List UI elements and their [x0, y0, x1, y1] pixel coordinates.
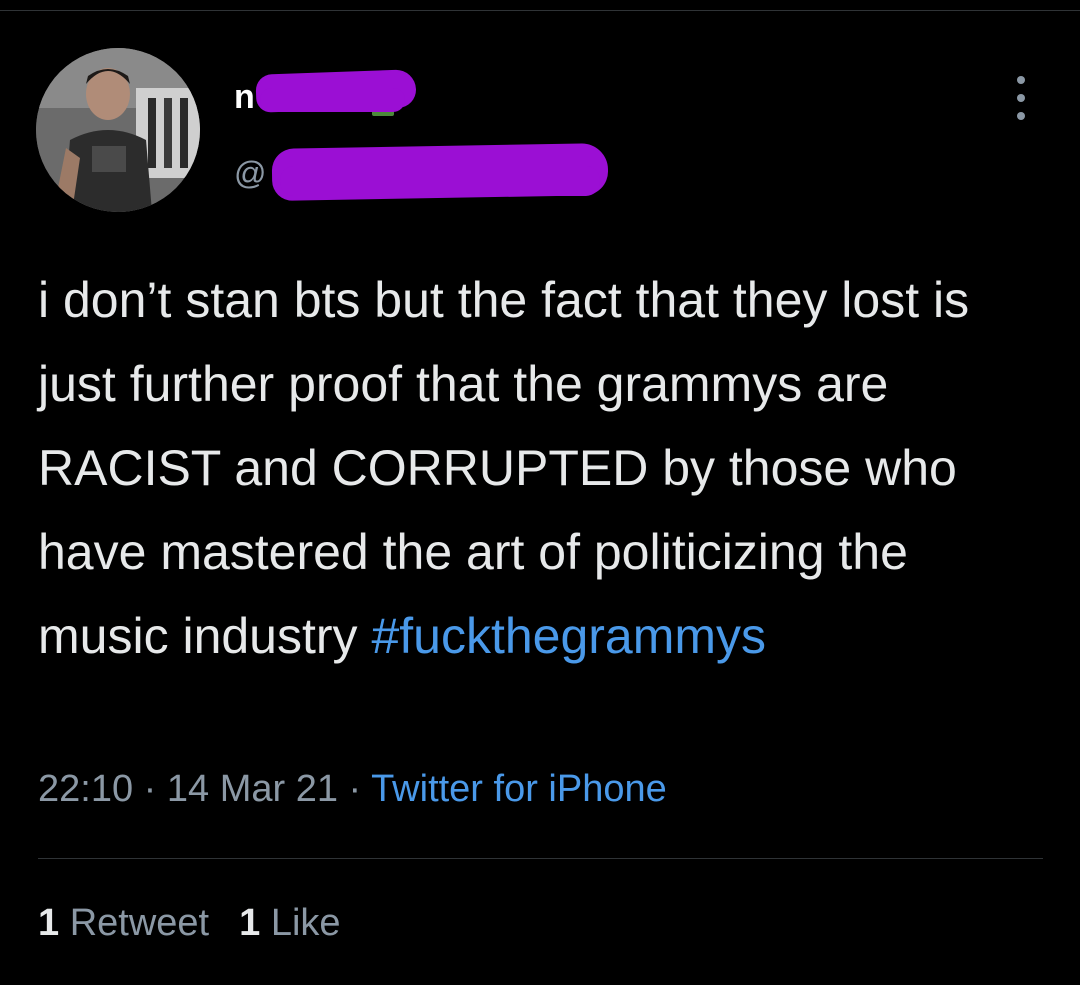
hashtag-link[interactable]: #fuckthegrammys [371, 608, 766, 664]
top-divider [0, 10, 1080, 11]
more-vertical-icon-dot [1017, 94, 1025, 102]
meta-separator: · [337, 768, 372, 810]
author-display-name[interactable]: n [234, 78, 255, 117]
meta-separator: · [133, 768, 167, 810]
tweet-source-link[interactable]: Twitter for iPhone [371, 768, 667, 810]
avatar[interactable] [36, 48, 200, 212]
redaction-mark-name-fill [260, 88, 405, 112]
tweet-metadata: 22:10 · 14 Mar 21 · Twitter for iPhone [38, 768, 667, 811]
likes-count: 1 [239, 902, 261, 944]
retweets-count: 1 [38, 902, 60, 944]
tweet-date[interactable]: 14 Mar 21 [167, 768, 338, 810]
author-handle[interactable]: @ [234, 155, 266, 192]
tweet-time: 22:10 [38, 768, 134, 810]
redaction-mark-handle-fill [280, 166, 600, 196]
likes-label: Like [270, 902, 341, 944]
more-vertical-icon-dot [1017, 112, 1025, 120]
tweet-text: i don’t stan bts but the fact that they … [38, 258, 1048, 678]
more-vertical-icon [1017, 76, 1025, 84]
engagement-stats: 1 Retweet 1 Like [38, 902, 371, 945]
stats-divider [38, 858, 1043, 859]
more-options-button[interactable] [1004, 76, 1038, 120]
likes-stat[interactable]: 1 Like [239, 902, 340, 944]
tweet-body: i don’t stan bts but the fact that they … [38, 272, 970, 664]
retweets-stat[interactable]: 1 Retweet [38, 902, 209, 944]
avatar-image [36, 48, 200, 212]
retweets-label: Retweet [69, 902, 210, 944]
